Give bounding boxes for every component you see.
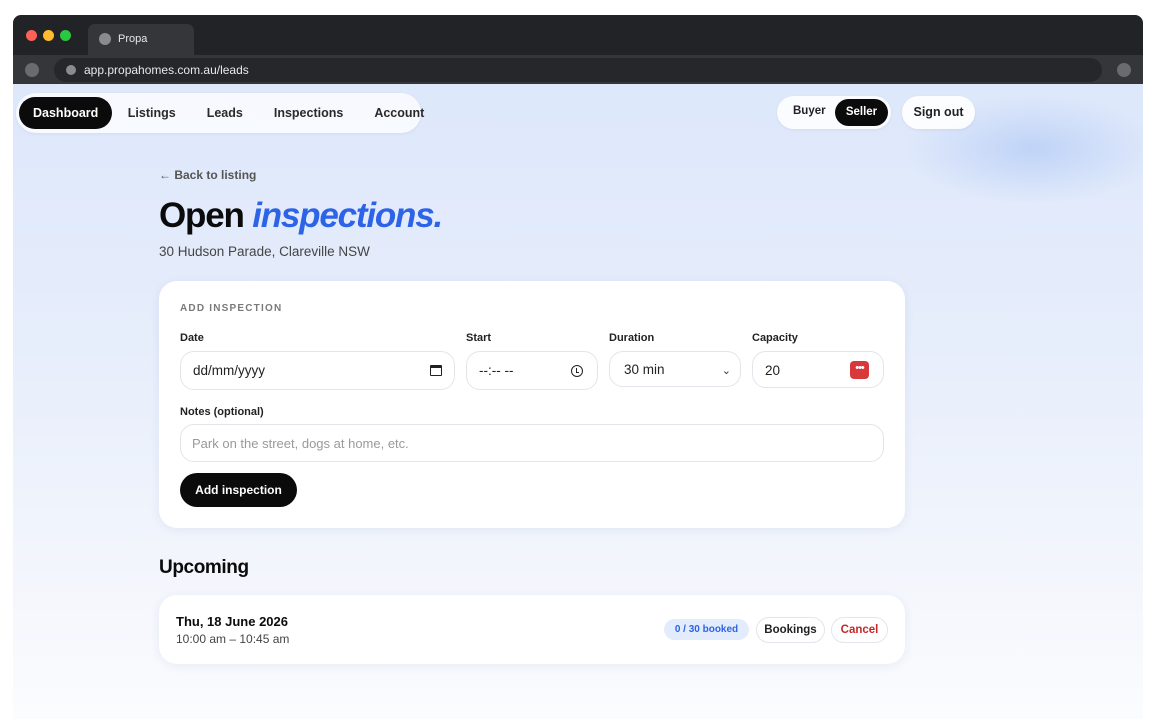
- browser-window: Propa app.propahomes.com.au/leads Dashbo…: [13, 15, 1143, 719]
- url-text: app.propahomes.com.au/leads: [84, 63, 249, 77]
- section-label: ADD INSPECTION: [180, 303, 283, 314]
- nav-dashboard[interactable]: Dashboard: [19, 97, 113, 129]
- mode-buyer-button[interactable]: Buyer: [793, 105, 826, 117]
- page-title-accent: inspections.: [252, 196, 443, 235]
- browser-tab[interactable]: Propa: [88, 24, 194, 55]
- profile-icon[interactable]: [1117, 63, 1131, 77]
- property-address: 30 Hudson Parade, Clareville NSW: [159, 244, 370, 259]
- booked-count-badge: 0 / 30 booked: [664, 619, 749, 640]
- inspection-row: Thu, 18 June 2026 10:00 am – 10:45 am 0 …: [159, 595, 905, 664]
- tab-title: Propa: [118, 33, 148, 45]
- start-time-input[interactable]: --:-- --: [466, 351, 598, 390]
- start-label: Start: [466, 332, 492, 344]
- notes-placeholder: Park on the street, dogs at home, etc.: [192, 436, 409, 451]
- calendar-icon[interactable]: [430, 365, 442, 376]
- duration-select[interactable]: 30 min ⌄: [609, 351, 741, 387]
- chevron-down-icon: ⌄: [721, 365, 731, 377]
- page-title: Open inspections.: [159, 196, 443, 236]
- nav-account[interactable]: Account: [359, 97, 440, 129]
- page-title-plain: Open: [159, 196, 253, 235]
- add-inspection-card: ADD INSPECTION Date dd/mm/yyyy Start --:…: [159, 281, 905, 528]
- cancel-button[interactable]: Cancel: [831, 617, 888, 643]
- stepper-icon[interactable]: •••: [850, 361, 869, 379]
- browser-toolbar: app.propahomes.com.au/leads: [13, 55, 1143, 84]
- nav-leads[interactable]: Leads: [191, 97, 258, 129]
- bookings-button[interactable]: Bookings: [756, 617, 825, 643]
- favicon-icon: [99, 33, 111, 45]
- mode-seller-button[interactable]: Seller: [835, 99, 888, 126]
- notes-label: Notes (optional): [180, 406, 264, 418]
- add-inspection-button[interactable]: Add inspection: [180, 473, 297, 507]
- buyer-seller-toggle: Buyer Seller: [777, 96, 891, 129]
- site-info-icon[interactable]: [66, 65, 76, 75]
- date-label: Date: [180, 332, 204, 344]
- page-content: Dashboard Listings Leads Inspections Acc…: [13, 84, 1143, 719]
- nav-inspections[interactable]: Inspections: [258, 97, 358, 129]
- sign-out-button[interactable]: Sign out: [902, 96, 975, 129]
- browser-titlebar: Propa: [13, 15, 1143, 55]
- url-bar[interactable]: app.propahomes.com.au/leads: [54, 58, 1102, 82]
- date-input[interactable]: dd/mm/yyyy: [180, 351, 455, 390]
- close-window-icon[interactable]: [26, 30, 37, 41]
- capacity-input[interactable]: 20 •••: [752, 351, 884, 388]
- duration-label: Duration: [609, 332, 655, 344]
- start-placeholder: --:-- --: [479, 363, 514, 378]
- capacity-value: 20: [765, 363, 781, 378]
- reload-icon[interactable]: [25, 63, 39, 77]
- date-placeholder: dd/mm/yyyy: [193, 363, 266, 378]
- duration-value: 30 min: [624, 362, 665, 377]
- back-to-listing-link[interactable]: ← Back to listing: [159, 168, 256, 182]
- clock-icon[interactable]: [571, 365, 583, 377]
- nav-listings[interactable]: Listings: [112, 97, 191, 129]
- capacity-label: Capacity: [752, 332, 798, 344]
- notes-input[interactable]: Park on the street, dogs at home, etc.: [180, 424, 884, 462]
- maximize-window-icon[interactable]: [60, 30, 71, 41]
- upcoming-heading: Upcoming: [159, 557, 249, 578]
- main-nav: Dashboard Listings Leads Inspections Acc…: [16, 93, 424, 133]
- inspection-time: 10:00 am – 10:45 am: [176, 632, 290, 646]
- minimize-window-icon[interactable]: [43, 30, 54, 41]
- inspection-date: Thu, 18 June 2026: [176, 614, 288, 629]
